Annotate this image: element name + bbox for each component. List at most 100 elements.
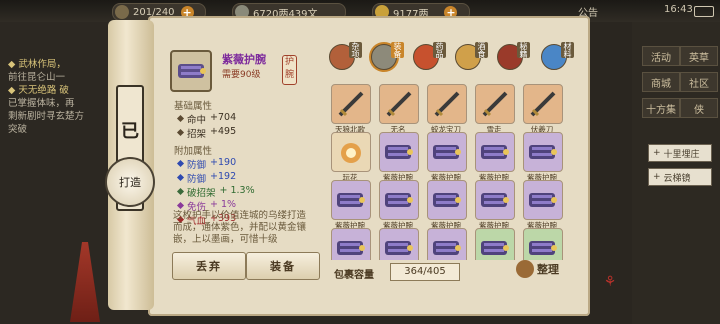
tab-label: 酒食 (475, 42, 488, 58)
bullet-icon (176, 159, 185, 168)
wristguard-icon (337, 241, 365, 255)
tab-shifangji[interactable]: 十方集 (642, 98, 680, 118)
tab-label: 材料 (561, 42, 574, 58)
community-button[interactable]: 社区 (680, 72, 718, 92)
attr-name: 破招架 (187, 188, 216, 199)
item-slot-tag: 护腕 (282, 55, 297, 85)
inventory-slot[interactable] (331, 228, 371, 260)
item-description: 这枚护手以价值连城的乌缕打造而成，通体紫色，并配以黄金镶嵌，上以墨画，可惜十级 (173, 210, 307, 245)
quest-title-2: ◆ 天无绝路 破 (8, 85, 69, 96)
inventory-slot[interactable] (427, 84, 467, 124)
inventory-slot[interactable] (379, 180, 419, 220)
tab-misc[interactable]: 杂项 (328, 42, 362, 70)
battery-icon (694, 6, 714, 17)
clock: 16:43 (664, 4, 693, 15)
attr-value: +495 (210, 126, 237, 137)
bullet-icon (176, 173, 185, 182)
inventory-slot[interactable] (475, 180, 515, 220)
energy-icon (115, 5, 129, 19)
wristguard-icon (433, 145, 461, 159)
attr-name: 命中 (187, 115, 207, 126)
inventory-slot[interactable] (379, 132, 419, 172)
extra-attr-row: 破招架 + 1.3% (176, 185, 312, 199)
wristguard-icon (481, 145, 509, 159)
ornament-icon (341, 143, 361, 163)
quest-text-1: 前往昆仑山一 (8, 72, 66, 83)
logo-seal: ⚘ (603, 274, 617, 290)
equip-button[interactable]: 装备 (246, 252, 320, 280)
inventory-grid: 天狼北歌 无名 蛟龙宝刀 雪走 伏羲刀 玩花 紫薇护腕 紫薇护腕 紫薇护腕 紫薇护腕 紫薇护腕 紫薇护… (326, 82, 576, 260)
attr-value: +704 (210, 112, 237, 123)
base-attr-row: 命中 +704 (176, 112, 312, 126)
quest-text-4: 突破 (8, 124, 28, 135)
wristguard-icon (385, 193, 413, 207)
attr-value: + 1.3% (219, 185, 255, 196)
inventory-slot[interactable] (379, 84, 419, 124)
inventory-slot[interactable] (379, 228, 419, 260)
capacity-value: 364/405 (390, 263, 460, 281)
wristguard-icon (337, 193, 365, 207)
wristguard-icon (529, 241, 557, 255)
wristguard-icon (529, 193, 557, 207)
attr-value: +192 (210, 171, 237, 182)
selected-item-icon (170, 50, 212, 92)
discard-button[interactable]: 丢弃 (172, 252, 246, 280)
attr-name: 招架 (187, 129, 207, 140)
inventory-slot[interactable] (523, 228, 563, 260)
quest-list[interactable]: ◆ 武林作局， 前往昆仑山一 ◆ 天无绝路 破 已掌握体味，再 剩新剧时寻玄楚方… (8, 58, 108, 136)
tab-equipment[interactable]: 装备 (370, 42, 404, 70)
tab-food[interactable]: 酒食 (454, 42, 488, 70)
inventory-slot[interactable] (427, 228, 467, 260)
sword-icon (338, 91, 364, 117)
sword-icon (434, 91, 460, 117)
inventory-slot[interactable] (427, 180, 467, 220)
inventory-slot[interactable] (523, 180, 563, 220)
inventory-slot[interactable] (475, 132, 515, 172)
bullet-icon (176, 128, 185, 137)
inventory-slot[interactable] (523, 132, 563, 172)
attr-name: 防御 (187, 174, 207, 185)
wristguard-icon (481, 241, 509, 255)
bullet-icon (176, 187, 185, 196)
attr-name: 防御 (187, 160, 207, 171)
craft-button[interactable]: 打造 (105, 157, 155, 207)
attributes-section: 基础属性 命中 +704 招架 +495 附加属性 防御 +190 防御 +192 破招… (174, 98, 312, 227)
organize-label: 整理 (537, 263, 559, 276)
tab-xia[interactable]: 侠 (680, 98, 718, 118)
inventory-slot[interactable] (475, 228, 515, 260)
item-name: 紫薇护腕 (222, 53, 266, 66)
inventory-slot[interactable] (427, 132, 467, 172)
inventory-slot[interactable] (331, 180, 371, 220)
bag-icon (516, 260, 534, 278)
bullet-icon (176, 114, 185, 123)
shop-button[interactable]: 商城 (642, 72, 680, 92)
inventory-slot[interactable] (331, 132, 371, 172)
extra-attr-row: 防御 +190 (176, 157, 312, 171)
wristguard-icon (433, 241, 461, 255)
location-label: 十里埋庄 (663, 149, 700, 160)
tab-manuals[interactable]: 秘籍 (496, 42, 530, 70)
location-label: 云梯镜 (663, 173, 691, 184)
tab-medicine[interactable]: 药品 (412, 42, 446, 70)
organize-button[interactable]: 整理 (516, 260, 559, 278)
sword-icon (482, 91, 508, 117)
tab-materials[interactable]: 材料 (540, 42, 574, 70)
base-attr-row: 招架 +495 (176, 126, 312, 140)
inventory-slot[interactable] (523, 84, 563, 124)
tassel-decoration (70, 242, 100, 322)
quest-title-1: ◆ 武林作局， (8, 59, 66, 70)
attr-value: +190 (210, 157, 237, 168)
wristguard-icon (433, 193, 461, 207)
grass-button[interactable]: 英草 (680, 46, 718, 66)
inventory-slot[interactable] (331, 84, 371, 124)
activity-button[interactable]: 活动 (642, 46, 680, 66)
wristguard-icon (529, 145, 557, 159)
location-item[interactable]: + 云梯镜 (648, 168, 712, 186)
item-level-requirement: 需要90级 (222, 70, 261, 80)
wristguard-icon (385, 241, 413, 255)
scroll-label: 已 (121, 121, 139, 142)
location-item[interactable]: + 十里埋庄 (648, 144, 712, 162)
inventory-slot[interactable] (475, 84, 515, 124)
wristguard-icon (385, 145, 413, 159)
plus-icon: + (653, 148, 661, 158)
